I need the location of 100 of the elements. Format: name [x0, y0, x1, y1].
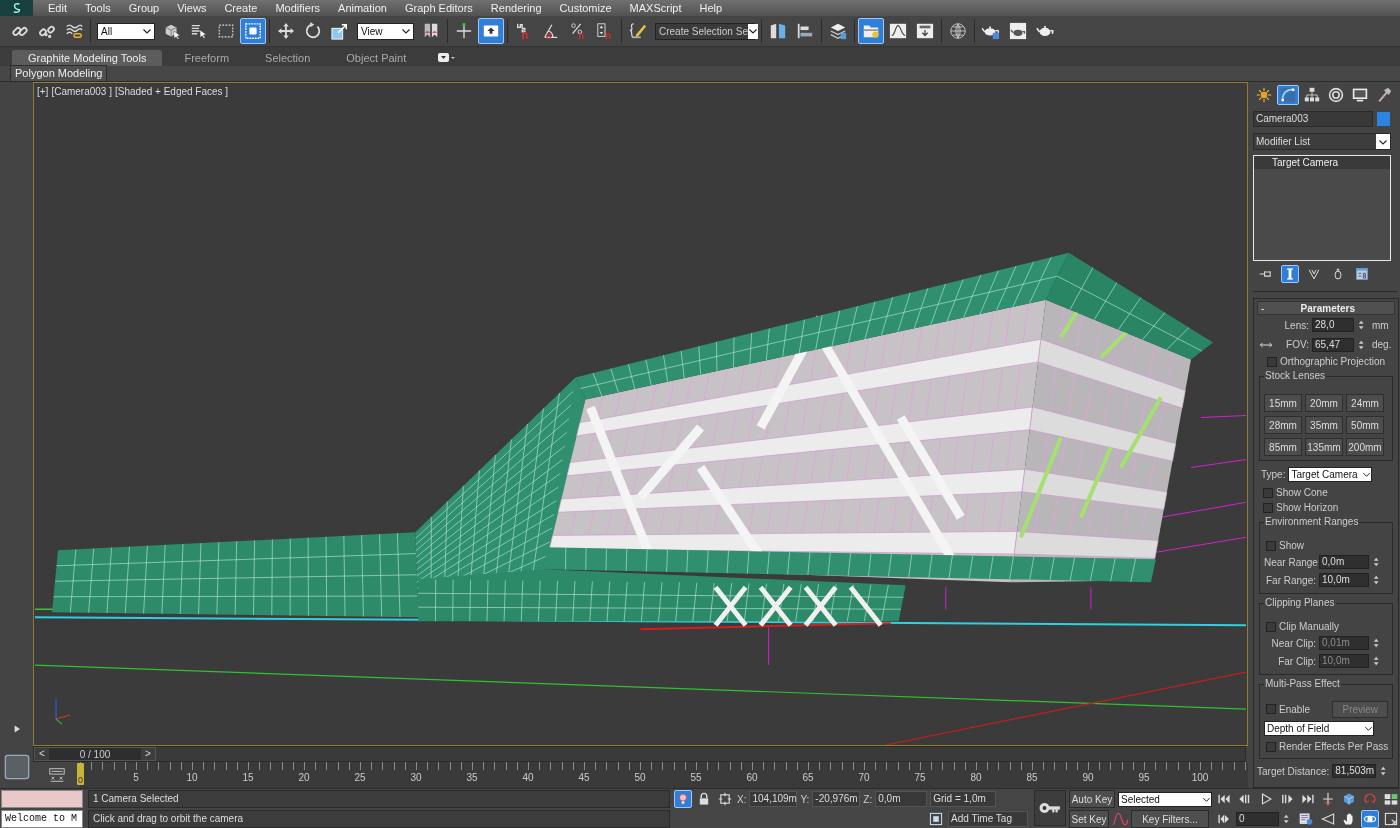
keyboard-button[interactable] — [478, 18, 504, 44]
go-end-icon — [1301, 792, 1315, 806]
frame-marker[interactable]: 0 — [77, 763, 84, 785]
menu-item[interactable]: Group — [119, 0, 169, 16]
next-frame-button[interactable]: > — [141, 748, 155, 760]
menu-item[interactable]: Graph Editors — [395, 0, 482, 16]
viewport-label[interactable]: [+] — [37, 86, 49, 97]
number-field[interactable]: 28,0 — [1312, 318, 1354, 332]
number-field[interactable]: 10,0m — [1319, 573, 1369, 587]
frame-number: 35 — [465, 772, 479, 783]
checkbox[interactable] — [1266, 621, 1276, 632]
lens-preset-button[interactable]: 135mm — [1305, 438, 1343, 456]
go-start-icon — [1217, 792, 1231, 806]
end-result-button[interactable] — [1281, 265, 1299, 283]
time-slider-track[interactable]: < 0 / 100 > — [33, 746, 1246, 762]
viewport[interactable]: [+] [Camera003 ] [Shaded + Edged Faces ] — [33, 82, 1248, 746]
menu-item[interactable]: Edit — [39, 0, 76, 16]
auto-key-button[interactable]: Auto Key — [1069, 790, 1115, 808]
folder-bulb-button[interactable] — [858, 18, 884, 44]
checkbox[interactable] — [1266, 741, 1276, 752]
maxscript-listener-field[interactable] — [1, 790, 83, 808]
checkbox[interactable] — [1267, 356, 1277, 367]
viewport-label[interactable]: [Shaded + Edged Faces ] — [115, 86, 229, 97]
orbit-button[interactable] — [1361, 810, 1379, 828]
rollout-header[interactable]: - Parameters — [1257, 301, 1396, 315]
object-name-field[interactable]: Camera003 — [1253, 111, 1373, 127]
isolate-button[interactable] — [674, 790, 692, 808]
number-field[interactable]: 65,47 — [1312, 337, 1354, 352]
modifier-list-dropdown[interactable]: Modifier List — [1253, 133, 1391, 150]
key-set-dropdown[interactable]: Selected — [1118, 791, 1212, 807]
checkbox[interactable] — [1263, 502, 1273, 513]
frame-number: 60 — [745, 772, 759, 783]
frame-number: 100 — [1190, 772, 1210, 783]
menu-item[interactable]: Help — [690, 0, 732, 16]
arc-button[interactable] — [1277, 85, 1299, 105]
lens-preset-button[interactable]: 35mm — [1305, 416, 1343, 434]
maximize-button[interactable] — [1382, 810, 1400, 828]
time-tag-button[interactable] — [927, 810, 945, 828]
frame-field[interactable]: 0 — [1236, 812, 1279, 826]
lens-preset-button[interactable]: 15mm — [1264, 394, 1302, 412]
window-crossing-button[interactable] — [240, 18, 266, 44]
ribbon-tab[interactable]: Selection — [251, 50, 325, 66]
lens-preset-button[interactable]: 28mm — [1264, 416, 1302, 434]
frame-counter: 0 / 100 — [79, 748, 111, 760]
toolbar-dropdown[interactable]: View — [357, 22, 414, 40]
lens-preset-button[interactable]: 20mm — [1305, 394, 1343, 412]
menu-item[interactable]: Tools — [75, 0, 120, 16]
hand-icon — [1342, 812, 1356, 826]
effect-dropdown[interactable]: Depth of Field — [1264, 721, 1374, 736]
menu-item[interactable]: Customize — [550, 0, 621, 16]
set-keys-button[interactable] — [1034, 790, 1066, 826]
menu-item[interactable]: Views — [168, 0, 216, 16]
ribbon-tab[interactable]: Object Paint — [332, 50, 421, 66]
lens-preset-button[interactable]: 50mm — [1346, 416, 1384, 434]
caret-icon — [1364, 724, 1373, 733]
wave-chain-icon — [65, 22, 83, 40]
timeline-ruler[interactable]: 0 5 10 15 20 25 30 35 40 45 50 55 60 65 70 75 80 85 90 95 100 — [80, 762, 1248, 788]
checkbox-label: Clip Manually — [1279, 621, 1340, 632]
menu-item[interactable]: Animation — [329, 0, 396, 16]
menu-item[interactable]: Modifiers — [266, 0, 330, 16]
key-filters-button[interactable]: Key Filters... — [1131, 810, 1209, 828]
time-config-button[interactable] — [1297, 810, 1315, 828]
stack-item[interactable]: Target Camera — [1254, 156, 1390, 169]
number-field[interactable]: 0,0m — [1319, 555, 1369, 569]
ribbon-tab[interactable]: Graphite Modeling Tools — [12, 50, 163, 66]
menu-item[interactable]: Rendering — [481, 0, 551, 16]
group-title: Clipping Planes — [1264, 597, 1336, 608]
set-key-button[interactable]: Set Key — [1069, 810, 1109, 828]
maxscript-output-field[interactable]: Welcome to M — [1, 810, 83, 828]
checkbox[interactable] — [1266, 704, 1276, 714]
number-field[interactable]: 81,503m — [1332, 764, 1377, 778]
object-color-swatch[interactable] — [1377, 112, 1390, 126]
field-of-view-button[interactable] — [1319, 810, 1337, 828]
checkbox[interactable] — [1266, 540, 1276, 551]
checkbox-label: Render Effects Per Pass — [1279, 741, 1389, 752]
lens-preset-button[interactable]: 85mm — [1264, 438, 1302, 456]
braces-pencil-icon — [629, 22, 647, 40]
coordinate-field[interactable]: 0,0m — [875, 791, 928, 807]
ribbon-panel-label[interactable]: Polygon Modeling — [10, 65, 108, 82]
coordinate-field[interactable]: 104,109m — [749, 791, 798, 807]
frame-number: 85 — [1025, 772, 1039, 783]
lens-preset-button[interactable]: 24mm — [1346, 394, 1384, 412]
menu-item[interactable]: Create — [215, 0, 267, 16]
checkbox[interactable] — [1263, 487, 1273, 498]
field-label: Lens: — [1283, 319, 1309, 331]
previous-frame-button[interactable]: < — [35, 748, 49, 760]
menu-item[interactable]: MAXScript — [620, 0, 691, 16]
curve-graph-icon — [889, 22, 907, 40]
camera-type-dropdown[interactable]: Target Camera — [1288, 466, 1373, 482]
add-time-tag-field[interactable]: Add Time Tag — [948, 811, 1028, 827]
ribbon-tab[interactable]: Freeform — [170, 50, 244, 66]
frame-number: 55 — [689, 772, 703, 783]
selection-set-combo[interactable]: Create Selection Se — [655, 22, 755, 40]
scale-icon — [331, 22, 349, 40]
viewport-label[interactable]: [Camera003 ] — [51, 86, 112, 97]
toolbar-dropdown[interactable]: All — [97, 22, 155, 40]
time-slider[interactable]: < 0 / 100 > — [34, 747, 156, 761]
zoom-icon — [1321, 792, 1335, 806]
lens-preset-button[interactable]: 200mm — [1346, 438, 1384, 456]
coordinate-field[interactable]: -20,976m — [812, 791, 861, 807]
